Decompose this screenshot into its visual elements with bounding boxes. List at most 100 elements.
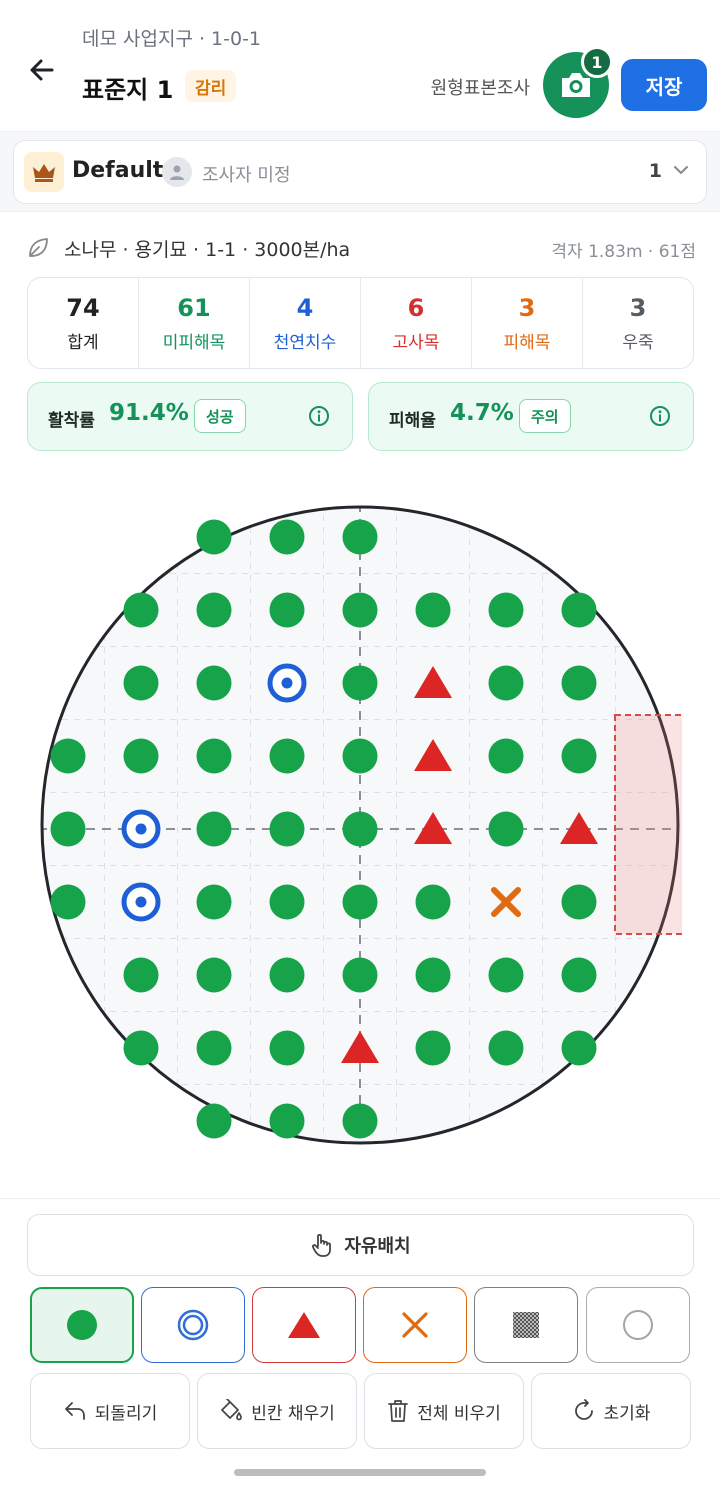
marker-alive[interactable] (269, 592, 305, 628)
marker-natural-seedling-center[interactable] (281, 677, 293, 689)
marker-alive[interactable] (342, 884, 378, 920)
info-icon[interactable] (649, 405, 671, 431)
plot-canvas[interactable] (38, 503, 690, 1147)
marker-alive[interactable] (269, 957, 305, 993)
marker-alive[interactable] (196, 592, 232, 628)
marker-alive[interactable] (561, 592, 597, 628)
survival-rate-value: 91.4% (109, 400, 189, 426)
marker-alive[interactable] (123, 1030, 159, 1066)
marker-alive[interactable] (196, 1030, 232, 1066)
marker-alive[interactable] (342, 957, 378, 993)
marker-alive[interactable] (342, 665, 378, 701)
marker-alive[interactable] (488, 665, 524, 701)
damage-rate-value: 4.7% (450, 400, 514, 426)
tool-alive[interactable] (30, 1287, 134, 1363)
leaf-icon (26, 236, 50, 264)
back-button[interactable] (22, 50, 62, 90)
stat-natural-seedling: 4 천연치수 (250, 278, 361, 368)
marker-alive[interactable] (342, 738, 378, 774)
undo-icon (64, 1402, 85, 1420)
marker-alive[interactable] (196, 665, 232, 701)
marker-alive[interactable] (488, 1030, 524, 1066)
marker-alive[interactable] (269, 884, 305, 920)
marker-alive[interactable] (196, 519, 232, 555)
marker-alive[interactable] (342, 519, 378, 555)
stat-label: 미피해목 (162, 332, 226, 353)
marker-alive[interactable] (342, 592, 378, 628)
marker-alive[interactable] (50, 738, 86, 774)
marker-alive[interactable] (488, 811, 524, 847)
info-icon[interactable] (308, 405, 330, 431)
bottom-toolbar: 자유배치 되돌리기 빈칸 채우기 전체 비우기 초기화 (0, 1198, 720, 1488)
marker-alive[interactable] (342, 811, 378, 847)
tool-sprout[interactable] (474, 1287, 578, 1363)
stat-label: 우죽 (622, 332, 654, 353)
chevron-down-icon (672, 161, 690, 183)
hand-pointer-icon (312, 1233, 332, 1257)
fill-empty-button[interactable]: 빈칸 채우기 (197, 1373, 357, 1449)
survival-rate-label: 활착률 (48, 411, 95, 431)
tool-empty[interactable] (586, 1287, 690, 1363)
marker-alive[interactable] (561, 1030, 597, 1066)
marker-alive[interactable] (196, 1103, 232, 1139)
marker-alive[interactable] (196, 884, 232, 920)
marker-alive[interactable] (415, 884, 451, 920)
undo-label: 되돌리기 (94, 1403, 158, 1424)
marker-alive[interactable] (123, 738, 159, 774)
save-button[interactable]: 저장 (621, 59, 707, 111)
selection-region[interactable] (614, 714, 690, 935)
team-number: 1 (648, 160, 662, 182)
undo-button[interactable]: 되돌리기 (30, 1373, 190, 1449)
marker-alive[interactable] (561, 884, 597, 920)
marker-alive[interactable] (342, 1103, 378, 1139)
marker-alive[interactable] (415, 957, 451, 993)
marker-alive[interactable] (269, 1030, 305, 1066)
stat-value: 4 (296, 293, 314, 322)
sample-plot[interactable] (38, 503, 690, 1147)
survival-status-badge: 성공 (194, 399, 246, 433)
checker-pattern-icon (513, 1312, 539, 1338)
marker-natural-seedling-center[interactable] (135, 896, 147, 908)
team-section: Default 조사자 미정 1 (0, 132, 720, 212)
marker-alive[interactable] (561, 665, 597, 701)
marker-alive[interactable] (196, 811, 232, 847)
team-selector[interactable]: Default 조사자 미정 1 (13, 140, 707, 204)
marker-alive[interactable] (123, 665, 159, 701)
crown-icon (24, 152, 64, 192)
marker-alive[interactable] (269, 1103, 305, 1139)
person-icon (162, 157, 192, 187)
tool-natural-seedling[interactable] (141, 1287, 245, 1363)
damage-rate-label: 피해율 (389, 411, 436, 431)
marker-alive[interactable] (196, 738, 232, 774)
marker-alive[interactable] (123, 957, 159, 993)
stat-value: 6 (407, 293, 425, 322)
marker-alive[interactable] (196, 957, 232, 993)
tool-damaged[interactable] (363, 1287, 467, 1363)
marker-alive[interactable] (488, 592, 524, 628)
home-indicator (234, 1469, 486, 1476)
breadcrumb: 데모 사업지구 · 1-0-1 (82, 28, 262, 50)
damage-rate-card: 피해율 4.7% 주의 (368, 382, 694, 451)
marker-alive[interactable] (415, 1030, 451, 1066)
survey-type-label: 원형표본조사 (430, 78, 530, 99)
stat-value: 3 (518, 293, 536, 322)
marker-alive[interactable] (488, 738, 524, 774)
free-place-button[interactable]: 자유배치 (27, 1214, 694, 1276)
marker-alive[interactable] (50, 884, 86, 920)
arrow-left-icon (30, 59, 54, 81)
tool-dead[interactable] (252, 1287, 356, 1363)
marker-natural-seedling-center[interactable] (135, 823, 147, 835)
marker-alive[interactable] (561, 957, 597, 993)
reset-button[interactable]: 초기화 (531, 1373, 691, 1449)
page-title: 표준지 1 (82, 76, 174, 104)
clear-all-button[interactable]: 전체 비우기 (364, 1373, 524, 1449)
marker-alive[interactable] (488, 957, 524, 993)
marker-alive[interactable] (269, 519, 305, 555)
marker-alive[interactable] (50, 811, 86, 847)
marker-alive[interactable] (123, 592, 159, 628)
marker-alive[interactable] (269, 811, 305, 847)
marker-alive[interactable] (269, 738, 305, 774)
marker-alive[interactable] (415, 592, 451, 628)
marker-alive[interactable] (561, 738, 597, 774)
stat-undamaged: 61 미피해목 (139, 278, 250, 368)
